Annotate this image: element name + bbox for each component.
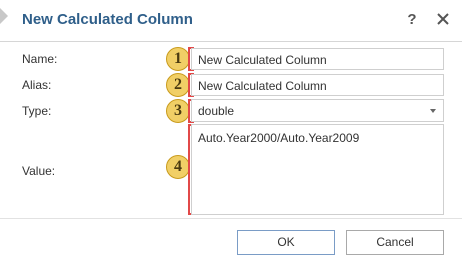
ok-button[interactable]: OK (237, 230, 335, 255)
close-icon (437, 13, 449, 25)
value-textarea[interactable]: Auto.Year2000/Auto.Year2009 (191, 124, 444, 215)
cancel-button[interactable]: Cancel (346, 230, 444, 255)
name-value: New Calculated Column (198, 53, 327, 67)
chevron-down-icon (430, 109, 436, 113)
help-button[interactable]: ? (404, 11, 420, 29)
type-value: double (198, 104, 235, 118)
value-expression: Auto.Year2000/Auto.Year2009 (198, 131, 360, 145)
alias-field[interactable]: New Calculated Column (191, 74, 444, 96)
type-select[interactable]: double (191, 99, 444, 122)
callout-3: 3 (166, 99, 190, 123)
name-label: Name: (22, 52, 58, 66)
name-field[interactable]: New Calculated Column (191, 48, 444, 70)
callout-2: 2 (166, 73, 190, 97)
alias-value: New Calculated Column (198, 79, 327, 93)
footer-divider (0, 218, 462, 219)
value-label: Value: (22, 164, 56, 178)
new-calculated-column-dialog: New Calculated Column ? Name: 1 New Calc… (0, 0, 462, 263)
alias-label: Alias: (22, 78, 52, 92)
dialog-titlebar: New Calculated Column ? (0, 0, 462, 42)
dialog-title: New Calculated Column (22, 11, 193, 28)
callout-4: 4 (166, 155, 190, 179)
close-button[interactable] (434, 10, 452, 28)
callout-1: 1 (166, 47, 190, 71)
type-label: Type: (22, 104, 52, 118)
title-notch (0, 8, 8, 24)
